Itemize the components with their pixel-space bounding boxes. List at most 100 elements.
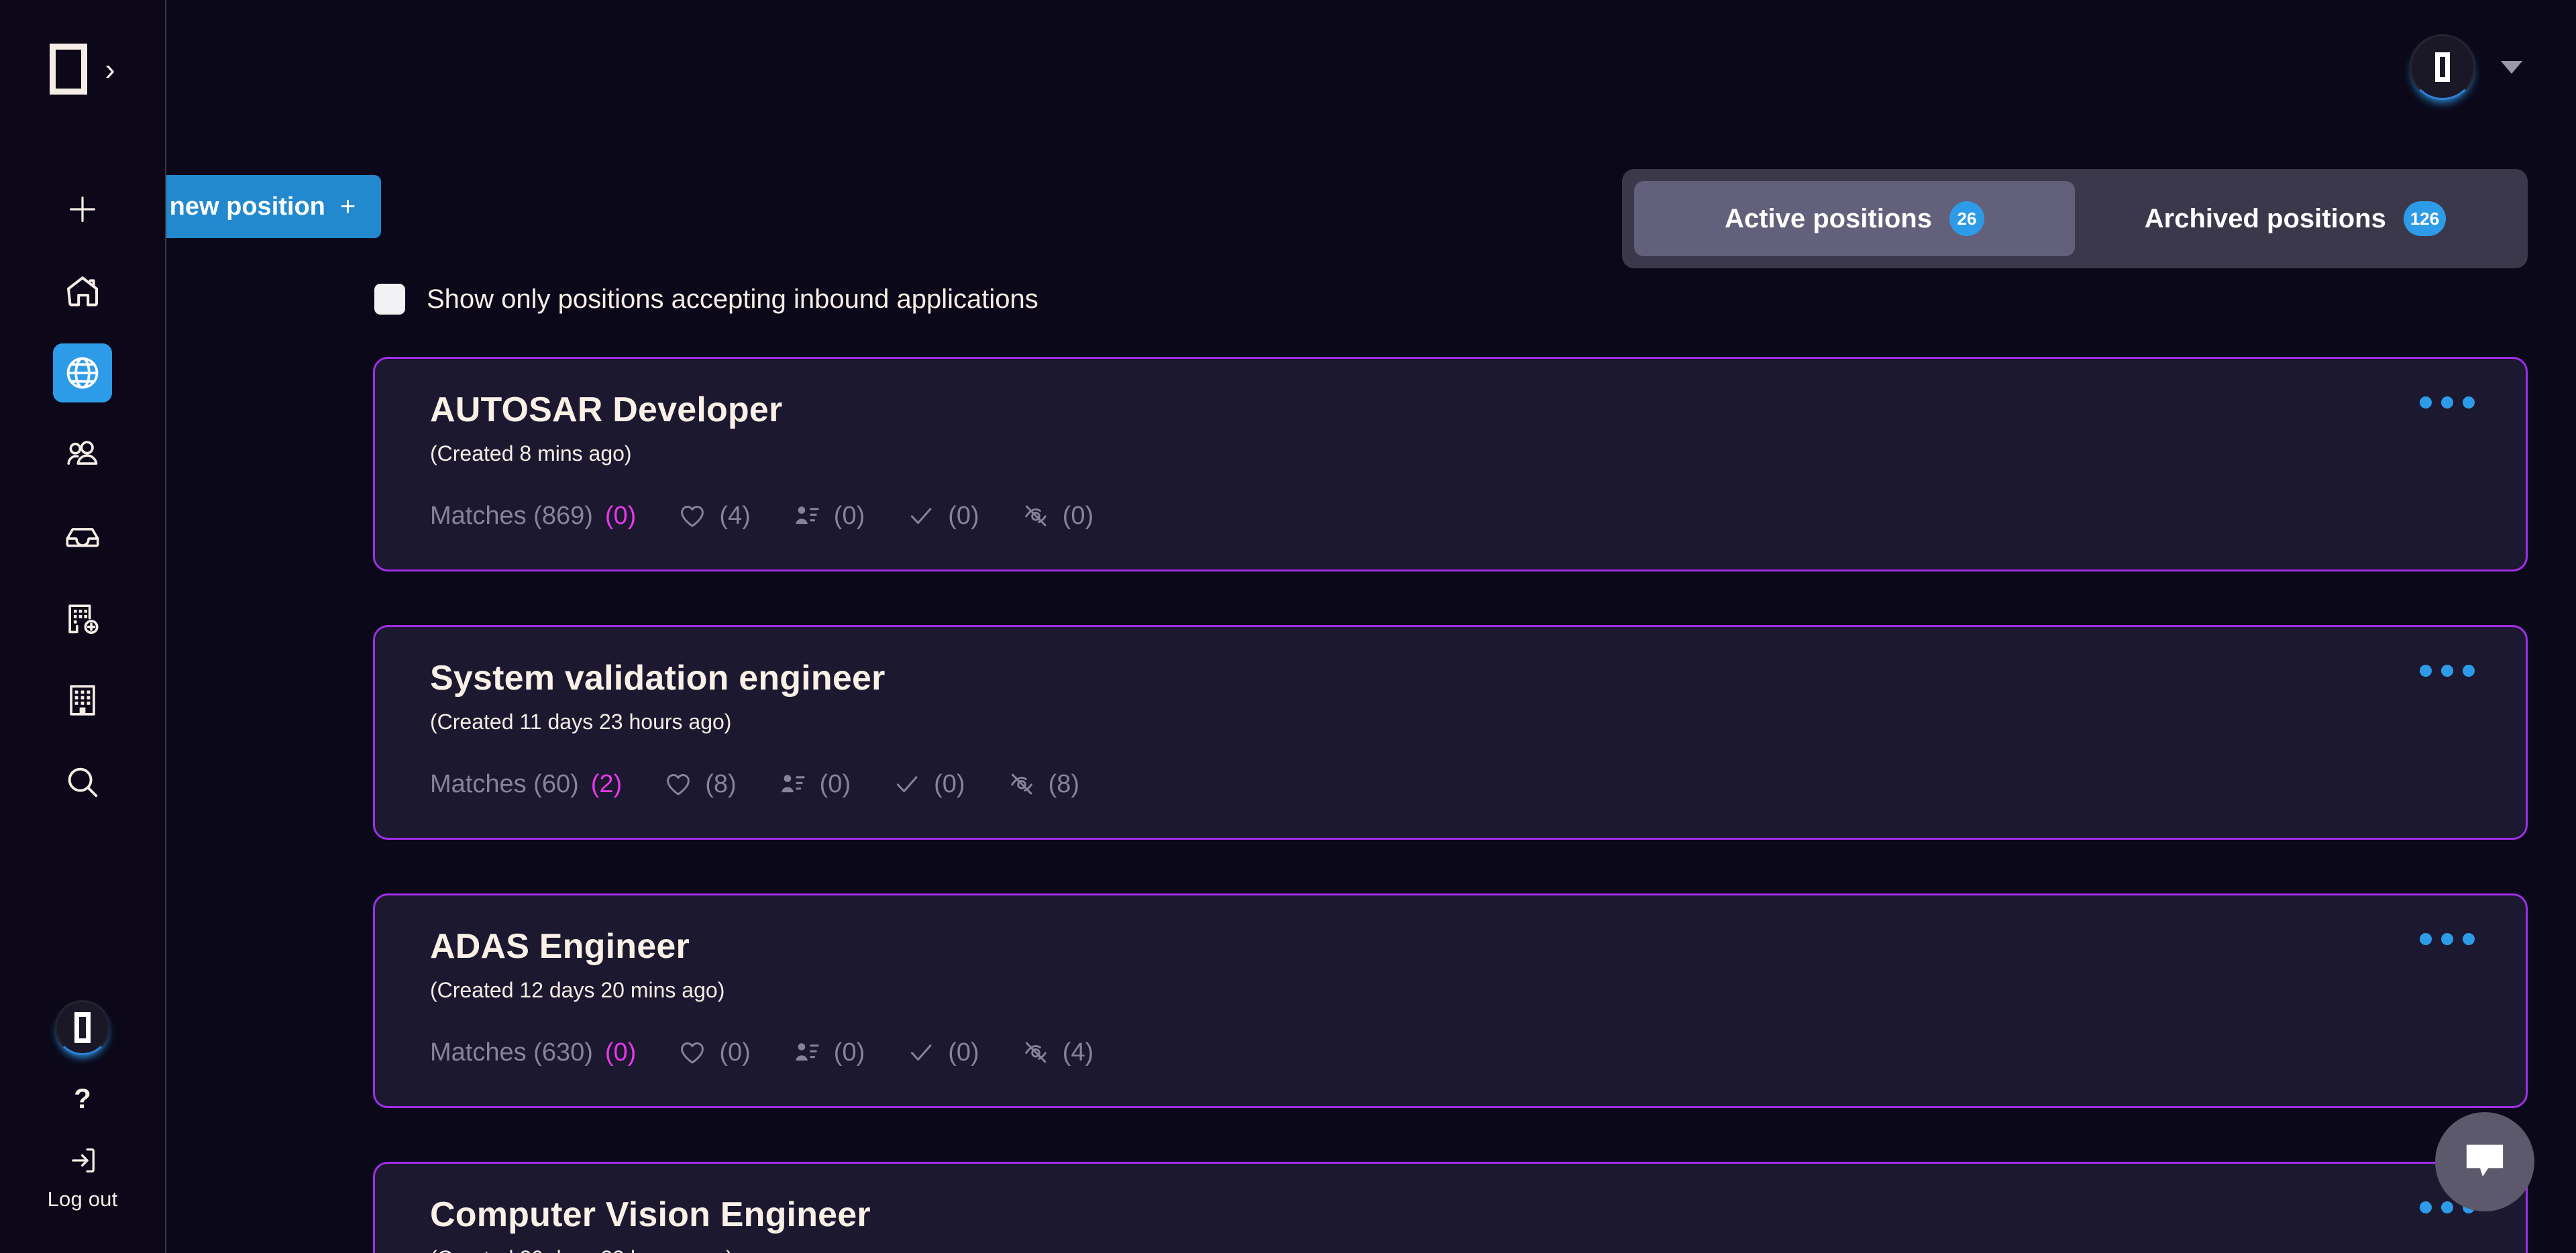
tab-active-positions[interactable]: Active positions 26 — [1634, 181, 2075, 256]
heart-icon — [678, 1038, 707, 1067]
matches-new-count: (0) — [604, 1038, 637, 1067]
dot-icon — [2441, 933, 2453, 945]
help-icon[interactable]: ? — [74, 1085, 91, 1113]
building-plus-icon — [63, 599, 102, 638]
logo-tofu-glyph — [50, 44, 88, 95]
eye-off-icon — [1007, 769, 1036, 799]
contacted-count: (0) — [833, 501, 865, 530]
position-title: System validation engineer — [430, 659, 885, 698]
inbound-filter-row: Show only positions accepting inbound ap… — [374, 284, 1038, 315]
sidebar-item-candidates[interactable] — [53, 425, 112, 484]
dot-icon — [2441, 665, 2453, 677]
matches-new-count: (0) — [604, 501, 637, 530]
sidebar-item-inbox[interactable] — [53, 507, 112, 566]
search-icon — [63, 763, 102, 802]
tab-archived-positions-label: Archived positions — [2144, 203, 2386, 233]
position-title: Computer Vision Engineer — [430, 1195, 871, 1234]
contact-card-icon — [778, 769, 808, 799]
avatar-tofu-glyph — [74, 1012, 91, 1043]
users-icon — [63, 435, 102, 474]
position-tabs: Active positions 26 Archived positions 1… — [1622, 169, 2528, 268]
position-title: ADAS Engineer — [430, 927, 690, 966]
stat-contacted[interactable]: (0) — [792, 501, 865, 531]
matches-label: Matches (60) — [430, 769, 579, 798]
liked-count: (4) — [719, 501, 751, 530]
sidebar-item-add-company[interactable] — [53, 589, 112, 648]
sidebar-expand-chevron-icon[interactable]: › — [105, 54, 115, 85]
hidden-count: (8) — [1048, 769, 1080, 798]
top-bar — [166, 0, 2576, 134]
sidebar-item-search[interactable] — [53, 753, 112, 812]
dot-icon — [2441, 396, 2453, 408]
stat-accepted[interactable]: (0) — [906, 1038, 979, 1067]
hidden-count: (4) — [1062, 1038, 1094, 1067]
sidebar-item-positions[interactable] — [53, 343, 112, 402]
eye-off-icon — [1021, 1038, 1051, 1067]
stat-liked[interactable]: (0) — [678, 1038, 751, 1067]
dot-icon — [2441, 1201, 2453, 1213]
logout-label: Log out — [47, 1187, 118, 1211]
position-overflow-menu-button[interactable] — [2409, 386, 2485, 419]
stat-contacted[interactable]: (0) — [778, 769, 851, 799]
stat-accepted[interactable]: (0) — [906, 501, 979, 531]
dot-icon — [2463, 665, 2475, 677]
matches-new-count: (2) — [590, 769, 623, 798]
contact-card-icon — [792, 501, 822, 531]
accepted-count: (0) — [948, 1038, 979, 1067]
sidebar-item-create[interactable] — [53, 180, 112, 239]
stat-hidden[interactable]: (8) — [1007, 769, 1079, 799]
dot-icon — [2420, 665, 2432, 677]
contacted-count: (0) — [833, 1038, 865, 1067]
position-title: AUTOSAR Developer — [430, 390, 783, 429]
position-overflow-menu-button[interactable] — [2409, 922, 2485, 956]
plus-icon — [65, 192, 100, 227]
position-stats: Matches (630) (0) (0) (0) (0) (4) — [430, 1038, 2526, 1067]
contacted-count: (0) — [819, 769, 851, 798]
sidebar-item-companies[interactable] — [53, 671, 112, 730]
stat-matches[interactable]: Matches (869) (0) — [430, 502, 636, 531]
chat-bubble-icon — [2460, 1136, 2510, 1189]
sidebar-logo[interactable]: › — [50, 32, 115, 106]
position-card[interactable]: System validation engineer (Created 11 d… — [373, 625, 2528, 840]
avatar[interactable] — [2410, 34, 2475, 100]
launch-new-position-label: Launch new position — [166, 192, 325, 221]
account-menu-button[interactable] — [2410, 34, 2522, 100]
position-card[interactable]: Computer Vision Engineer (Created 20 day… — [373, 1162, 2528, 1253]
position-overflow-menu-button[interactable] — [2409, 654, 2485, 688]
globe-icon — [64, 354, 101, 392]
main-content: Launch new position + Active positions 2… — [166, 0, 2576, 1253]
chat-widget-button[interactable] — [2435, 1112, 2534, 1211]
dot-icon — [2463, 396, 2475, 408]
tab-archived-positions-badge: 126 — [2403, 201, 2447, 236]
position-card[interactable]: ADAS Engineer (Created 12 days 20 mins a… — [373, 893, 2528, 1108]
position-card[interactable]: AUTOSAR Developer (Created 8 mins ago) M… — [373, 357, 2528, 571]
liked-count: (0) — [719, 1038, 751, 1067]
liked-count: (8) — [705, 769, 737, 798]
launch-new-position-button[interactable]: Launch new position + — [166, 175, 382, 238]
building-icon — [63, 681, 102, 720]
tab-archived-positions[interactable]: Archived positions 126 — [2075, 181, 2516, 256]
sidebar-item-home[interactable] — [53, 262, 112, 321]
sidebar: › ? Log out — [0, 0, 166, 1253]
stat-matches[interactable]: Matches (630) (0) — [430, 1038, 636, 1067]
dot-icon — [2463, 933, 2475, 945]
position-created: (Created 12 days 20 mins ago) — [430, 978, 725, 1003]
contact-card-icon — [792, 1038, 822, 1067]
inbox-icon — [63, 517, 102, 556]
plus-icon: + — [339, 191, 356, 221]
inbound-applications-checkbox[interactable] — [374, 284, 405, 315]
stat-hidden[interactable]: (0) — [1021, 501, 1093, 531]
position-created: (Created 20 days 23 hours ago) — [430, 1246, 2526, 1253]
check-icon — [892, 769, 922, 799]
sidebar-account-avatar[interactable] — [55, 1000, 110, 1055]
logout-button[interactable]: Log out — [48, 1144, 118, 1211]
stat-contacted[interactable]: (0) — [792, 1038, 865, 1067]
stat-liked[interactable]: (4) — [678, 501, 751, 531]
stat-hidden[interactable]: (4) — [1021, 1038, 1093, 1067]
stat-liked[interactable]: (8) — [663, 769, 737, 799]
app-root: › ? Log out new position + Active positi… — [0, 0, 2576, 1253]
stat-accepted[interactable]: (0) — [892, 769, 965, 799]
chevron-down-icon[interactable] — [2501, 60, 2522, 74]
accepted-count: (0) — [934, 769, 965, 798]
stat-matches[interactable]: Matches (60) (2) — [430, 770, 622, 799]
